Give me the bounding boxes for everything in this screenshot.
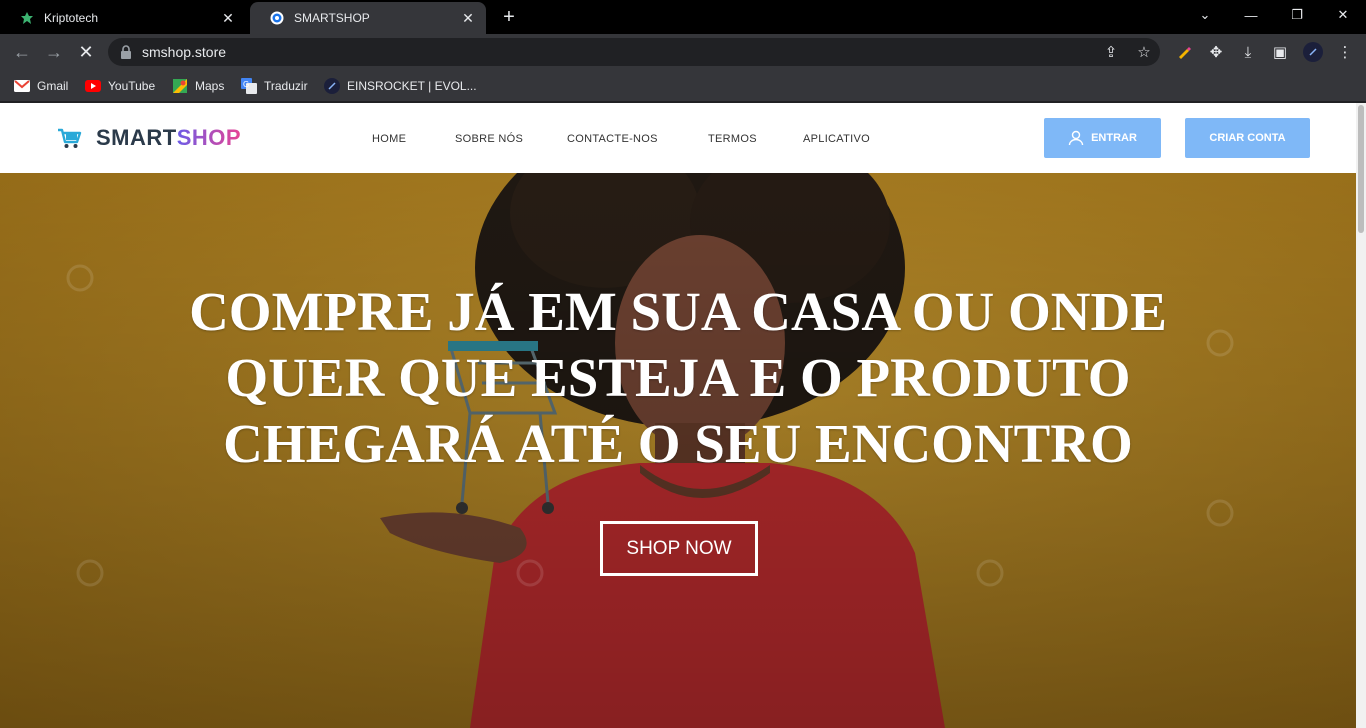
share-icon[interactable]: ⇪: [1100, 41, 1122, 63]
nav-home[interactable]: HOME: [372, 133, 406, 145]
download-icon[interactable]: ⤓: [1237, 41, 1259, 63]
brand-name-part2: SHOP: [176, 125, 242, 150]
bookmark-label: Maps: [195, 79, 225, 93]
shopping-cart-icon: [56, 125, 82, 151]
bookmark-star-icon[interactable]: ☆: [1133, 41, 1155, 63]
signup-button[interactable]: CRIAR CONTA: [1185, 118, 1310, 158]
restore-icon[interactable]: ❐: [1274, 0, 1320, 30]
extensions-puzzle-icon[interactable]: ✥: [1205, 41, 1227, 63]
gmail-icon: [14, 79, 30, 93]
shop-now-button[interactable]: SHOP NOW: [600, 521, 758, 576]
shop-now-label: SHOP NOW: [626, 537, 732, 559]
site-logo[interactable]: SMART SHOP: [56, 125, 241, 151]
tab-bar: Kriptotech ✕ SMARTSHOP ✕ + ⌄ — ❐ ✕: [0, 0, 1366, 34]
page-scrollbar[interactable]: [1356, 103, 1366, 728]
back-icon[interactable]: ←: [10, 40, 34, 64]
nav-terms[interactable]: TERMOS: [708, 133, 757, 145]
youtube-icon: [85, 79, 101, 93]
user-icon: [1068, 130, 1084, 146]
tab-title: Kriptotech: [44, 11, 99, 25]
scrollbar-thumb[interactable]: [1358, 105, 1364, 233]
stop-loading-icon[interactable]: ✕: [74, 40, 98, 64]
profile-avatar[interactable]: [1302, 41, 1324, 63]
bookmark-youtube[interactable]: YouTube: [85, 77, 155, 95]
close-tab-icon[interactable]: ✕: [220, 10, 236, 26]
rocket-icon: [324, 78, 340, 94]
tab-kriptotech[interactable]: Kriptotech ✕: [0, 2, 246, 34]
nav-contact[interactable]: CONTACTE-NOS: [567, 133, 658, 145]
tab-search-icon[interactable]: ⌄: [1182, 0, 1228, 30]
hero-banner: COMPRE JÁ EM SUA CASA OU ONDE QUER QUE E…: [0, 173, 1356, 728]
hero-headline-line: COMPRE JÁ EM SUA CASA OU ONDE: [189, 281, 1167, 342]
bookmark-translate[interactable]: G Traduzir: [241, 77, 308, 95]
login-label: ENTRAR: [1091, 132, 1137, 144]
menu-kebab-icon[interactable]: ⋮: [1334, 41, 1356, 63]
tab-title: SMARTSHOP: [294, 11, 370, 25]
login-button[interactable]: ENTRAR: [1044, 118, 1161, 158]
minimize-icon[interactable]: —: [1228, 0, 1274, 30]
maps-icon: [172, 79, 188, 93]
hero-headline-line: CHEGARÁ ATÉ O SEU ENCONTRO: [223, 413, 1133, 474]
forward-icon[interactable]: →: [42, 40, 66, 64]
nav-about[interactable]: SOBRE NÓS: [455, 133, 523, 145]
bookmark-label: EINSROCKET | EVOL...: [347, 79, 477, 93]
leaf-icon: [20, 11, 34, 25]
bookmark-label: YouTube: [108, 79, 156, 93]
new-tab-button[interactable]: +: [498, 6, 520, 28]
bookmarks-bar: Gmail YouTube Maps G Traduzir EINSROCKET…: [0, 70, 1366, 102]
close-window-icon[interactable]: ✕: [1320, 0, 1366, 30]
globe-icon: [270, 11, 284, 25]
bookmark-gmail[interactable]: Gmail: [14, 77, 68, 95]
browser-toolbar: ← → ✕ smshop.store ⇪ ☆ ✥ ⤓ ▣ ⋮: [0, 34, 1366, 70]
bookmark-label: Gmail: [37, 79, 69, 93]
bookmark-label: Traduzir: [264, 79, 308, 93]
tab-smartshop[interactable]: SMARTSHOP ✕: [250, 2, 486, 34]
svg-text:G: G: [243, 80, 249, 89]
hero-headline: COMPRE JÁ EM SUA CASA OU ONDE QUER QUE E…: [120, 279, 1236, 477]
site-header: SMART SHOP HOME SOBRE NÓS CONTACTE-NOS TE…: [0, 103, 1356, 173]
nav-app[interactable]: APLICATIVO: [803, 133, 870, 145]
close-tab-icon[interactable]: ✕: [460, 10, 476, 26]
translate-icon: G: [241, 78, 257, 94]
bookmark-einsrocket[interactable]: EINSROCKET | EVOL...: [324, 77, 477, 95]
lock-icon: [120, 45, 132, 59]
address-bar[interactable]: smshop.store: [108, 38, 1160, 66]
bookmark-maps[interactable]: Maps: [172, 77, 224, 95]
brand-name-part1: SMART: [96, 125, 177, 150]
extension-pen-icon[interactable]: [1173, 41, 1195, 63]
side-panel-icon[interactable]: ▣: [1269, 41, 1291, 63]
url-text: smshop.store: [142, 44, 227, 60]
hero-headline-line: QUER QUE ESTEJA E O PRODUTO: [225, 347, 1131, 408]
page-viewport: SMART SHOP HOME SOBRE NÓS CONTACTE-NOS TE…: [0, 103, 1366, 728]
signup-label: CRIAR CONTA: [1209, 132, 1286, 144]
